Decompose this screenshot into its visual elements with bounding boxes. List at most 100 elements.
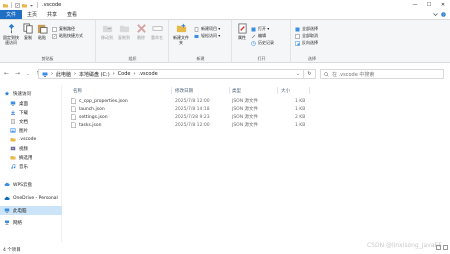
svg-text:?: ? [443,13,445,17]
tab-file[interactable]: 文件 [0,10,23,19]
column-header-name[interactable]: 名称 [73,88,82,94]
properties-icon[interactable] [15,2,20,8]
file-size: 2 KB [295,114,306,120]
paste-button[interactable]: 粘贴 [36,23,48,40]
paste-shortcut-button[interactable]: 粘贴快捷方式 [52,33,83,39]
help-icon[interactable]: ? [441,12,446,17]
history-button[interactable]: 历史记录 [251,40,274,46]
move-to-label: 移动到 [101,35,113,40]
address-dropdown-icon[interactable]: ⌄ [296,71,300,77]
copy-button[interactable]: 复制 [22,23,34,40]
organize-group: 移动到 复制到 删除 重命名 组织 [97,20,169,63]
breadcrumb-vscode[interactable]: .vscode [139,71,158,77]
delete-button[interactable]: 删除 [134,23,148,40]
nav-item-label: WPS云盘 [13,182,33,188]
paste-shortcut-label: 粘贴快捷方式 [59,33,83,38]
copy-to-icon [119,25,129,33]
open-group: 属性 打开 ▾ 编辑 历史记录 打开 [233,20,291,63]
easy-access-button[interactable]: 轻松访问 ▾ [194,33,220,39]
table-row[interactable]: launch.json 2025/7/8 14:18 JSON 源文件 1 KB [71,105,311,113]
network-icon [5,220,9,225]
nav-item-quick-access[interactable]: 快速访问 [0,89,62,98]
move-to-button[interactable]: 移动到 [99,23,115,40]
chevron-down-icon[interactable] [433,12,438,17]
nav-item-wps-cloud[interactable]: WPS云盘 [0,180,62,189]
nav-item-onedrive[interactable]: OneDrive - Personal [0,194,62,203]
maximize-button[interactable]: ☐ [422,0,436,10]
invert-selection-label: 反向选择 [302,40,318,45]
file-modified: 2025/7/28 9:23 [175,114,210,120]
title-bar: .vscode — ☐ ✕ [0,0,450,10]
file-name: settings.json [79,114,108,120]
nav-item-downloads[interactable]: 下载 [0,108,62,117]
nav-item-label: 网络 [13,220,22,226]
recent-locations-icon[interactable]: ⌄ [26,70,29,77]
open-button[interactable]: 打开 ▾ [251,26,269,32]
customize-arrow-icon[interactable] [29,3,34,8]
breadcrumb-local-disk[interactable]: 本地磁盘 (C:) [79,71,110,78]
select-none-button[interactable]: 全部取消 [295,33,318,39]
document-icon [11,119,15,124]
forward-arrow-icon[interactable]: → [15,70,20,77]
nav-item-desktop[interactable]: 桌面 [0,99,62,108]
close-button[interactable]: ✕ [436,0,450,10]
table-row[interactable]: c_cpp_properties.json 2025/7/8 12:00 JSO… [71,97,311,105]
file-type: JSON 源文件 [232,115,259,120]
nav-item-label: 下载 [19,110,28,116]
edit-button[interactable]: 编辑 [251,33,266,39]
properties-button[interactable]: 属性 [235,23,249,40]
star-icon [4,91,10,96]
new-folder-label: 新建文件夹 [173,35,189,45]
paste-icon [37,24,48,34]
rename-button[interactable]: 重命名 [149,23,165,40]
new-item-button[interactable]: 新建项目 ▾ [194,26,220,32]
nav-item-network[interactable]: 网络 [0,218,62,227]
copy-to-button[interactable]: 复制到 [116,23,132,40]
rename-icon [151,26,163,31]
navigation-pane: 快速访问 桌面 下载 文档 图片 .vscode 视频 摘选用 音乐 WPS云盘… [0,85,62,242]
search-placeholder: 在 .vscode 中搜索 [332,71,375,78]
tab-share[interactable]: 共享 [42,10,62,19]
address-bar[interactable]: › 此电脑 › 本地磁盘 (C:) › Code › .vscode ⌄ [38,69,304,79]
new-group-label: 新建 [196,56,205,61]
new-folder-button[interactable]: 新建文件夹 [172,23,190,45]
nav-item-label: 图片 [19,128,28,134]
open-group-label: 打开 [257,56,266,61]
column-header-modified[interactable]: 修改日期 [175,88,193,94]
refresh-button[interactable]: ↻ [304,69,316,79]
table-row[interactable]: tasks.json 2025/7/8 12:00 JSON 源文件 1 KB [71,121,311,129]
history-label: 历史记录 [258,40,274,45]
nav-item-vscode[interactable]: .vscode [0,135,62,144]
nav-item-this-pc[interactable]: 此电脑 [0,206,62,215]
nav-item-label: 桌面 [19,101,28,107]
breadcrumb-code[interactable]: Code [118,71,131,77]
search-box[interactable]: 在 .vscode 中搜索 [320,69,444,79]
column-divider[interactable] [277,87,278,94]
column-divider[interactable] [229,87,230,94]
select-all-button[interactable]: 全部选择 [295,26,318,32]
back-arrow-icon[interactable]: ← [4,70,9,77]
select-all-label: 全部选择 [302,26,318,31]
invert-selection-button[interactable]: 反向选择 [295,40,318,46]
nav-item-folder[interactable]: 摘选用 [0,153,62,162]
copy-path-button[interactable]: 复制路径 [52,26,75,32]
nav-item-documents[interactable]: 文档 [0,117,62,126]
breadcrumb-this-pc[interactable]: 此电脑 [56,71,71,78]
minimize-button[interactable]: — [408,0,422,10]
tab-home[interactable]: 主页 [22,10,42,19]
tab-view[interactable]: 查看 [62,10,82,19]
details-view-icon[interactable] [436,245,441,250]
column-header-size[interactable]: 大小 [281,88,290,94]
column-divider[interactable] [171,87,172,94]
pin-to-quick-access-button[interactable]: 固定到快速访问 [2,23,20,45]
column-divider[interactable] [309,87,310,94]
edit-icon [251,34,256,38]
new-folder-icon[interactable] [22,3,27,8]
large-icons-view-icon[interactable] [443,245,448,250]
column-header-type[interactable]: 类型 [232,88,241,94]
nav-item-music[interactable]: 音乐 [0,162,62,171]
table-row[interactable]: settings.json 2025/7/28 9:23 JSON 源文件 2 … [71,113,311,121]
nav-item-videos[interactable]: 视频 [0,144,62,153]
delete-icon [136,24,146,33]
nav-item-pictures[interactable]: 图片 [0,126,62,135]
